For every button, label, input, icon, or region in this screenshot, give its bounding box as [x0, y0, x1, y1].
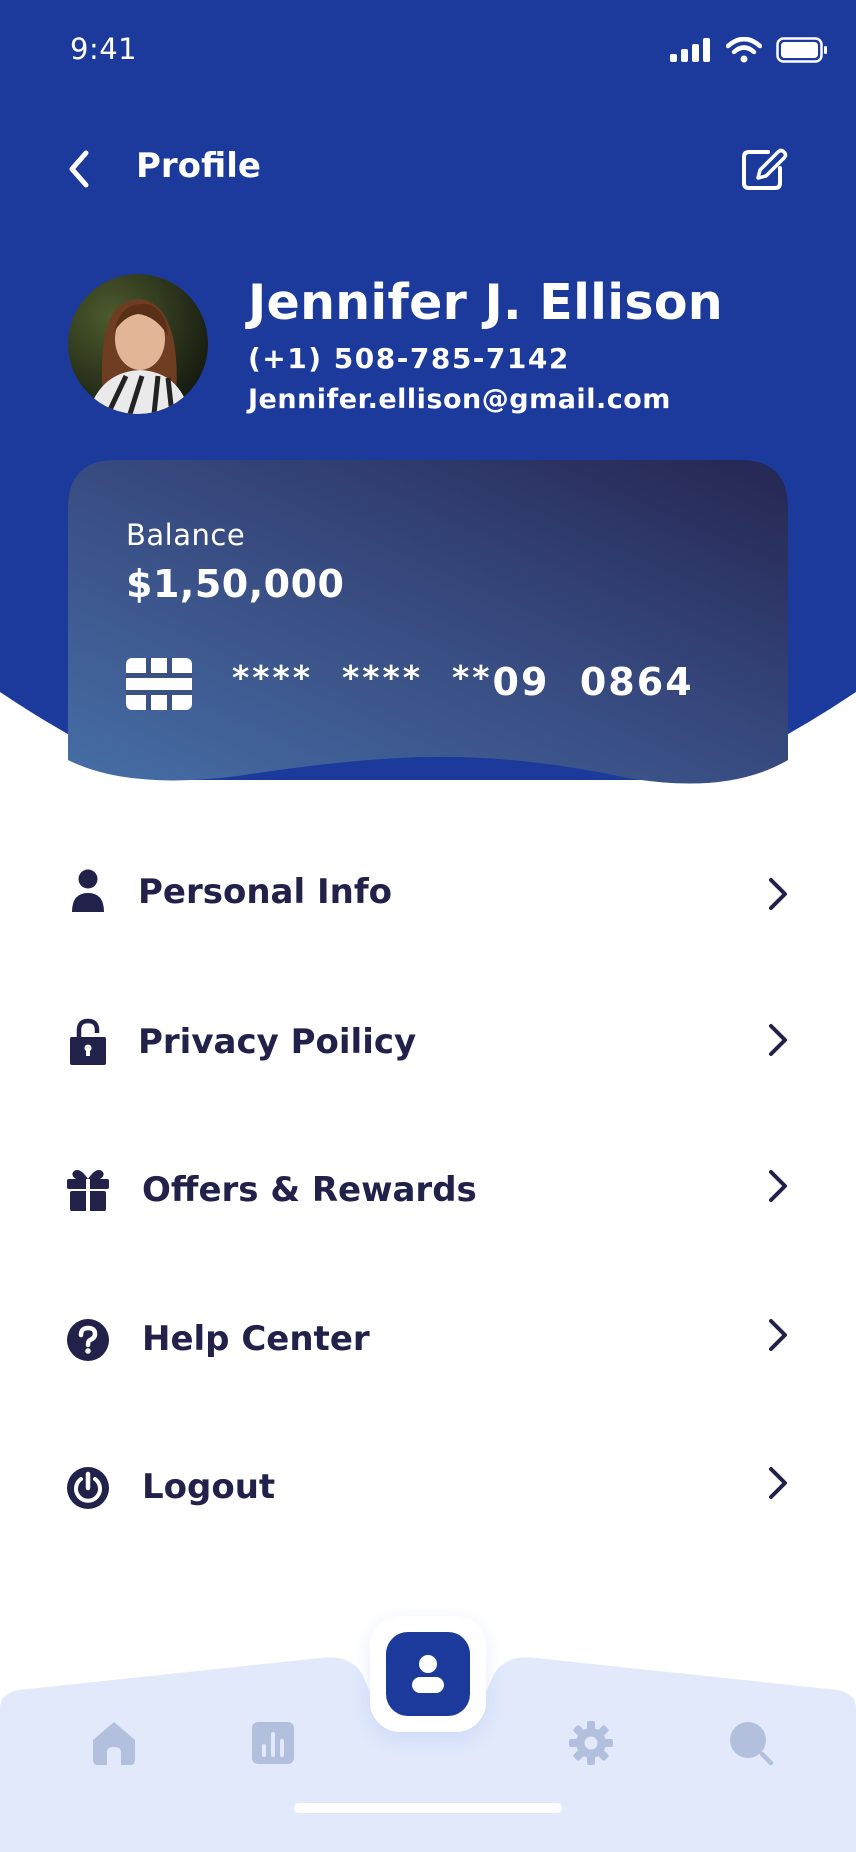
profile-icon — [412, 1655, 444, 1693]
chevron-right-icon — [769, 1319, 787, 1351]
card-chip-icon — [126, 658, 192, 710]
help-icon — [66, 1317, 110, 1363]
power-icon — [66, 1465, 110, 1511]
user-name: Jennifer J. Ellison — [248, 274, 723, 331]
lock-icon — [66, 1018, 110, 1065]
wifi-icon — [726, 37, 762, 63]
gift-icon — [66, 1166, 110, 1212]
card-number: **** **** **09 0864 — [232, 658, 694, 704]
battery-icon — [776, 37, 827, 63]
menu-label-privacy-policy: Privacy Poilicy — [138, 1022, 417, 1062]
edit-profile-button[interactable] — [740, 146, 790, 192]
chart-icon[interactable] — [250, 1720, 296, 1766]
balance-label: Balance — [126, 518, 246, 552]
back-button[interactable] — [62, 148, 96, 190]
home-indicator — [294, 1803, 562, 1813]
home-icon[interactable] — [91, 1720, 137, 1766]
menu-label-help-center: Help Center — [142, 1319, 370, 1359]
chevron-right-icon — [769, 878, 787, 910]
card-number-masked: **** **** ** — [232, 658, 493, 697]
settings-icon[interactable] — [568, 1720, 614, 1766]
user-phone: (+1) 508-785-7142 — [248, 342, 570, 375]
menu-label-personal-info: Personal Info — [138, 872, 392, 912]
menu-item-personal-info[interactable]: Personal Info — [0, 848, 856, 938]
status-icons — [670, 36, 828, 64]
status-time: 9:41 — [70, 32, 138, 66]
avatar — [68, 274, 208, 414]
profile-nav-button[interactable] — [386, 1632, 470, 1716]
chevron-left-icon — [69, 150, 89, 188]
chevron-right-icon — [769, 1467, 787, 1499]
user-email: Jennifer.ellison@gmail.com — [248, 384, 671, 415]
edit-icon — [742, 148, 788, 190]
balance-card[interactable] — [68, 460, 788, 785]
person-icon — [66, 868, 110, 914]
chevron-right-icon — [769, 1170, 787, 1202]
menu-item-privacy-policy[interactable]: Privacy Poilicy — [0, 998, 856, 1088]
menu-label-logout: Logout — [142, 1467, 276, 1507]
signal-icon — [670, 38, 710, 62]
balance-amount: $1,50,000 — [126, 562, 345, 606]
menu-item-help-center[interactable]: Help Center — [0, 1295, 856, 1385]
search-icon[interactable] — [728, 1720, 774, 1766]
chevron-right-icon — [769, 1024, 787, 1056]
card-number-visible: 09 0864 — [492, 660, 694, 704]
menu-item-logout[interactable]: Logout — [0, 1443, 856, 1533]
menu-label-offers-rewards: Offers & Rewards — [142, 1170, 477, 1210]
page-title: Profile — [136, 146, 261, 186]
menu-item-offers-rewards[interactable]: Offers & Rewards — [0, 1146, 856, 1236]
